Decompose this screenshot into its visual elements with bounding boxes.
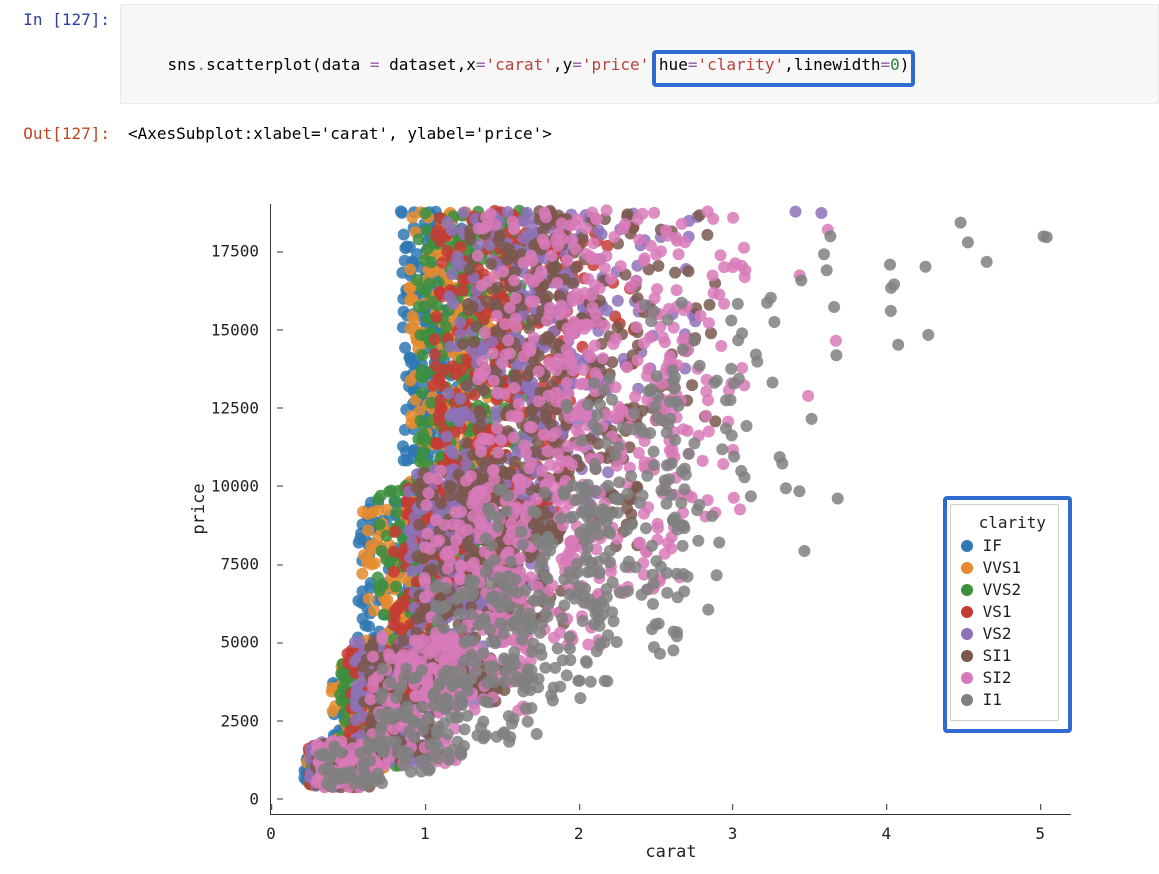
y-tick-label: 10000	[211, 476, 271, 495]
output-text: <AxesSubplot:xlabel='carat', ylabel='pri…	[120, 118, 1159, 143]
y-tick-label: 2500	[220, 711, 271, 730]
x-tick-label: 3	[728, 814, 738, 843]
input-prompt: In [127]:	[0, 4, 120, 35]
x-axis-label: carat	[645, 842, 696, 862]
code-input[interactable]: sns.scatterplot(data = dataset,x='carat'…	[120, 4, 1159, 104]
output-prompt: Out[127]:	[0, 118, 120, 149]
scatter-svg	[270, 204, 1070, 814]
y-tick-label: 5000	[220, 633, 271, 652]
x-tick-label: 2	[574, 814, 584, 843]
output-cell: Out[127]: <AxesSubplot:xlabel='carat', y…	[0, 118, 1159, 149]
y-tick-label: 17500	[211, 242, 271, 261]
y-tick-label: 0	[249, 789, 271, 808]
y-tick-label: 12500	[211, 398, 271, 417]
y-tick-label: 15000	[211, 320, 271, 339]
y-tick-label: 7500	[220, 555, 271, 574]
x-tick-label: 1	[420, 814, 430, 843]
x-tick-label: 0	[266, 814, 276, 843]
x-tick-label: 5	[1035, 814, 1045, 843]
chart-figure: 0 2500 5000 7500 10000 12500 15000 17500 0 1 2 3 4 5…	[140, 174, 1100, 874]
x-tick-label: 4	[882, 814, 892, 843]
y-axis-label: price	[189, 484, 209, 535]
input-cell: In [127]: sns.scatterplot(data = dataset…	[0, 0, 1159, 104]
